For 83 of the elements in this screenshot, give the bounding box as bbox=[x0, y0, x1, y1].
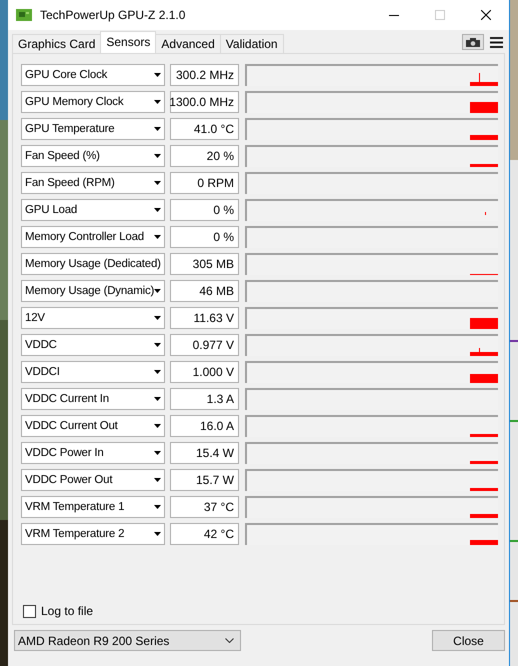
sensor-value: 1.000 V bbox=[170, 361, 239, 383]
window-title: TechPowerUp GPU-Z 2.1.0 bbox=[40, 8, 186, 22]
graphics-card-icon bbox=[16, 9, 32, 21]
tab[interactable]: Sensors bbox=[100, 31, 156, 53]
sensor-value: 0.977 V bbox=[170, 334, 239, 356]
sensor-value: 11.63 V bbox=[170, 307, 239, 329]
sparkline bbox=[470, 164, 498, 167]
sensor-value: 1300.0 MHz bbox=[170, 91, 239, 113]
sensor-dropdown[interactable]: Memory Usage (Dynamic) bbox=[21, 280, 165, 302]
sensor-dropdown[interactable]: VRM Temperature 2 bbox=[21, 523, 165, 545]
caret-icon bbox=[154, 343, 161, 347]
sensor-dropdown[interactable]: GPU Core Clock bbox=[21, 64, 165, 86]
camera-icon bbox=[466, 38, 480, 46]
caret-icon bbox=[154, 127, 161, 131]
sensor-value: 0 % bbox=[170, 199, 239, 221]
sensor-value: 20 % bbox=[170, 145, 239, 167]
caret-icon bbox=[154, 235, 161, 239]
menu-icon[interactable] bbox=[490, 37, 503, 48]
sensor-dropdown[interactable]: VDDC Current In bbox=[21, 388, 165, 410]
sensor-dropdown[interactable]: Fan Speed (RPM) bbox=[21, 172, 165, 194]
sensor-dropdown[interactable]: GPU Load bbox=[21, 199, 165, 221]
sensor-dropdown[interactable]: GPU Temperature bbox=[21, 118, 165, 140]
sparkline bbox=[485, 212, 486, 215]
caret-icon bbox=[154, 289, 161, 293]
caret-icon bbox=[154, 73, 161, 77]
sensor-value: 15.7 W bbox=[170, 469, 239, 491]
sensor-value: 15.4 W bbox=[170, 442, 239, 464]
sensor-value: 42 °C bbox=[170, 523, 239, 545]
sensor-dropdown[interactable]: GPU Memory Clock bbox=[21, 91, 165, 113]
sensor-value: 0 % bbox=[170, 226, 239, 248]
caret-icon bbox=[154, 370, 161, 374]
sparkline bbox=[470, 434, 498, 437]
sensor-dropdown[interactable]: VRM Temperature 1 bbox=[21, 496, 165, 518]
caret-icon bbox=[154, 424, 161, 428]
caret-icon bbox=[154, 478, 161, 482]
caret-icon bbox=[154, 154, 161, 158]
sensor-dropdown[interactable]: Fan Speed (%) bbox=[21, 145, 165, 167]
sparkline bbox=[470, 514, 498, 518]
sensor-dropdown[interactable]: Memory Controller Load bbox=[21, 226, 165, 248]
tab[interactable]: Validation bbox=[220, 34, 284, 53]
sensor-value: 300.2 MHz bbox=[170, 64, 239, 86]
sensor-dropdown[interactable]: VDDC bbox=[21, 334, 165, 356]
sparkline bbox=[470, 73, 498, 86]
sensor-dropdown[interactable]: VDDC Current Out bbox=[21, 415, 165, 437]
sensor-value: 16.0 A bbox=[170, 415, 239, 437]
sparkline bbox=[470, 461, 498, 464]
maximize-icon bbox=[435, 10, 445, 20]
log-checkbox[interactable] bbox=[23, 604, 36, 618]
sensor-value: 46 MB bbox=[170, 280, 239, 302]
sparkline bbox=[470, 540, 498, 545]
sparkline bbox=[470, 135, 498, 140]
caret-icon bbox=[154, 451, 161, 455]
sensor-dropdown[interactable]: Memory Usage (Dedicated) bbox=[21, 253, 165, 275]
sparkline bbox=[470, 102, 498, 113]
caret-icon bbox=[154, 316, 161, 320]
device-select[interactable]: AMD Radeon R9 200 Series bbox=[14, 630, 241, 651]
caret-icon bbox=[154, 181, 161, 185]
sensor-value: 305 MB bbox=[170, 253, 239, 275]
sparkline bbox=[470, 318, 498, 329]
sensor-value: 1.3 A bbox=[170, 388, 239, 410]
sensor-dropdown[interactable]: VDDC Power Out bbox=[21, 469, 165, 491]
caret-icon bbox=[154, 208, 161, 212]
sensor-value: 37 °C bbox=[170, 496, 239, 518]
sensor-value: 0 RPM bbox=[170, 172, 239, 194]
caret-icon bbox=[154, 532, 161, 536]
sparkline bbox=[470, 374, 498, 383]
tab[interactable]: Graphics Card bbox=[12, 34, 102, 53]
close-dialog-button[interactable]: Close bbox=[432, 630, 505, 651]
sparkline bbox=[470, 348, 498, 356]
sparkline bbox=[470, 274, 498, 275]
camera-button[interactable] bbox=[462, 34, 484, 50]
checkbox-label: Log to file bbox=[41, 604, 94, 618]
sensor-dropdown[interactable]: VDDCI bbox=[21, 361, 165, 383]
minimize-icon bbox=[389, 14, 399, 16]
close-icon bbox=[481, 10, 491, 20]
caret-icon bbox=[154, 100, 161, 104]
sensor-dropdown[interactable]: VDDC Power In bbox=[21, 442, 165, 464]
caret-icon bbox=[154, 505, 161, 509]
chevron-icon bbox=[225, 638, 234, 643]
sensor-dropdown[interactable]: 12V bbox=[21, 307, 165, 329]
sparkline bbox=[470, 488, 498, 491]
caret-icon bbox=[154, 397, 161, 401]
sensor-value: 41.0 °C bbox=[170, 118, 239, 140]
